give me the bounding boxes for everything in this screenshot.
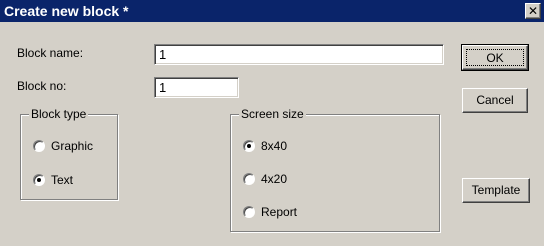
block-type-title: Block type [29, 107, 89, 121]
radio-8x40-label: 8x40 [261, 139, 288, 153]
ok-button[interactable]: OK [461, 44, 529, 71]
block-type-group: Block type Graphic Text [20, 107, 118, 200]
block-name-input[interactable] [154, 44, 444, 65]
radio-text[interactable]: Text [33, 173, 113, 189]
radio-graphic-button[interactable] [33, 140, 45, 152]
close-icon[interactable]: ✕ [525, 3, 541, 19]
radio-report-button[interactable] [243, 206, 255, 218]
radio-report-label: Report [261, 205, 298, 219]
radio-text-button[interactable] [33, 174, 45, 186]
radio-report[interactable]: Report [243, 205, 333, 221]
radio-8x40-button[interactable] [243, 140, 255, 152]
radio-text-label: Text [51, 173, 74, 187]
cancel-button[interactable]: Cancel [462, 88, 528, 113]
ok-button-label: OK [466, 49, 524, 66]
block-no-input[interactable] [154, 77, 239, 98]
radio-4x20[interactable]: 4x20 [243, 172, 333, 188]
screen-size-title: Screen size [239, 107, 306, 121]
block-name-label: Block name: [17, 46, 84, 60]
radio-8x40[interactable]: 8x40 [243, 139, 333, 155]
radio-4x20-button[interactable] [243, 173, 255, 185]
screen-size-group: Screen size 8x40 4x20 Report [230, 107, 440, 232]
template-button[interactable]: Template [462, 178, 530, 203]
radio-4x20-label: 4x20 [261, 172, 288, 186]
radio-graphic[interactable]: Graphic [33, 139, 113, 155]
title-bar: Create new block * ✕ [0, 0, 544, 22]
window-title: Create new block * [4, 3, 129, 19]
radio-graphic-label: Graphic [51, 139, 94, 153]
block-no-label: Block no: [17, 79, 67, 93]
